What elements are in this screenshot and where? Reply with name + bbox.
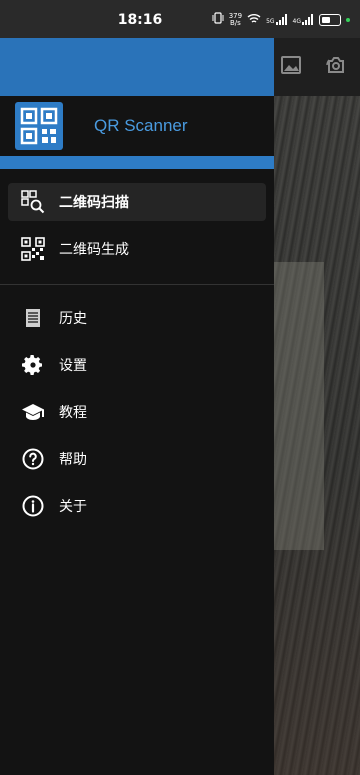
menu-label-generate: 二维码生成 (59, 242, 129, 258)
gallery-icon[interactable] (279, 53, 303, 77)
navigation-drawer: QR Scanner 二维码扫描 二维码生成 历史 设置 教程 帮助 关于 (0, 38, 274, 775)
battery-icon (319, 13, 341, 26)
signal-2-icon: 4G (293, 14, 314, 25)
app-title: QR Scanner (94, 116, 188, 135)
drawer-top-bar (0, 38, 274, 96)
history-list-icon (21, 306, 45, 330)
qr-scan-icon (21, 190, 45, 214)
menu-item-about[interactable]: 关于 (8, 487, 266, 525)
network-speed: 379 B/s (228, 11, 243, 27)
camera-switch-icon[interactable] (324, 53, 348, 77)
menu-label-help: 帮助 (59, 452, 87, 468)
menu-label-about: 关于 (59, 499, 87, 515)
qr-code-icon (21, 237, 45, 261)
graduation-cap-icon (21, 400, 45, 424)
signal-1-icon: 5G (266, 14, 287, 25)
status-bar: 18:16 379 B/s 5G 4G (0, 0, 360, 38)
menu-item-scan[interactable]: 二维码扫描 (8, 183, 266, 221)
gear-icon (21, 353, 45, 377)
menu-item-tutorial[interactable]: 教程 (8, 393, 266, 431)
menu-item-help[interactable]: 帮助 (8, 440, 266, 478)
drawer-header: QR Scanner (0, 96, 274, 156)
menu-label-scan: 二维码扫描 (59, 195, 129, 211)
scan-frame (274, 262, 324, 550)
help-icon (21, 447, 45, 471)
menu-item-generate[interactable]: 二维码生成 (8, 230, 266, 268)
vibrate-icon (212, 12, 224, 27)
menu-divider (0, 284, 274, 285)
drawer-menu: 二维码扫描 二维码生成 历史 设置 教程 帮助 关于 (0, 169, 274, 525)
menu-item-history[interactable]: 历史 (8, 299, 266, 337)
menu-item-settings[interactable]: 设置 (8, 346, 266, 384)
status-dot (346, 17, 350, 22)
app-logo (15, 102, 63, 150)
menu-label-settings: 设置 (59, 358, 87, 374)
wifi-icon (247, 13, 261, 27)
menu-label-history: 历史 (59, 311, 87, 327)
menu-label-tutorial: 教程 (59, 405, 87, 421)
info-icon (21, 494, 45, 518)
drawer-band (0, 156, 274, 169)
